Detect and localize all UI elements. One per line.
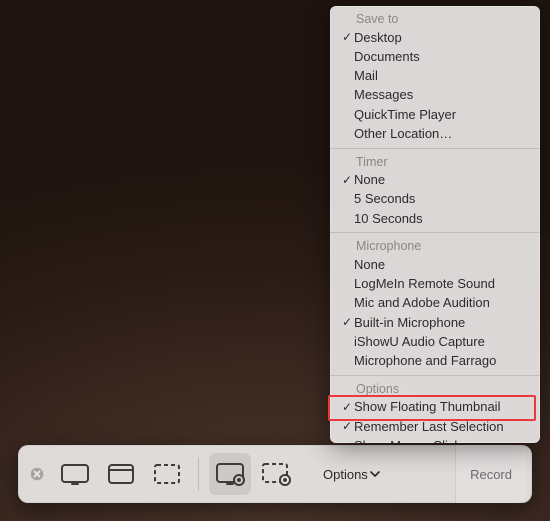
menu-item-label: Show Floating Thumbnail [354,399,526,415]
menu-separator [330,375,540,376]
menu-item[interactable]: Mail [330,67,540,86]
close-button[interactable] [28,465,46,483]
options-button[interactable]: Options [309,445,394,503]
check-icon: ✓ [340,400,354,415]
menu-item-label: Messages [354,87,526,103]
menu-item[interactable]: Mic and Adobe Audition [330,294,540,313]
menu-item[interactable]: iShowU Audio Capture [330,332,540,351]
record-button[interactable]: Record [455,445,526,503]
menu-item-label: Microphone and Farrago [354,353,526,369]
menu-item[interactable]: Other Location… [330,124,540,143]
menu-item[interactable]: Show Mouse Clicks [330,436,540,443]
capture-entire-screen-button[interactable] [54,453,96,495]
selection-icon [152,462,182,486]
menu-item[interactable]: Microphone and Farrago [330,352,540,371]
check-icon: ✓ [340,173,354,188]
capture-window-button[interactable] [100,453,142,495]
record-selection-button[interactable] [255,453,297,495]
menu-item[interactable]: ✓None [330,171,540,190]
menu-item-label: iShowU Audio Capture [354,334,526,350]
menu-item[interactable]: 10 Seconds [330,209,540,228]
menu-item-label: Mic and Adobe Audition [354,295,526,311]
menu-item-label: Built-in Microphone [354,315,526,331]
menu-item-label: Documents [354,49,526,65]
screen-icon [60,462,90,486]
toolbar-separator [198,457,199,491]
menu-item-label: Desktop [354,30,526,46]
menu-item-label: Other Location… [354,126,526,142]
window-icon [106,462,136,486]
menu-item-label: Mail [354,68,526,84]
menu-separator [330,148,540,149]
check-icon: ✓ [340,315,354,330]
screenshot-toolbar: Options Record [18,445,532,503]
check-icon: ✓ [340,419,354,434]
menu-item[interactable]: Documents [330,47,540,66]
check-icon: ✓ [340,30,354,45]
menu-item-label: Show Mouse Clicks [354,438,526,443]
close-icon [30,467,44,481]
menu-item-label: None [354,172,526,188]
record-selection-icon [261,462,291,486]
menu-item-label: 5 Seconds [354,191,526,207]
menu-item-label: Remember Last Selection [354,419,526,435]
menu-item[interactable]: Messages [330,86,540,105]
menu-item[interactable]: ✓Desktop [330,28,540,47]
menu-section-title: Microphone [330,237,540,255]
options-menu: Save to✓DesktopDocumentsMailMessagesQuic… [330,6,540,443]
menu-item-label: QuickTime Player [354,107,526,123]
menu-item-label: None [354,257,526,273]
chevron-down-icon [370,469,380,479]
capture-selection-button[interactable] [146,453,188,495]
menu-item[interactable]: 5 Seconds [330,190,540,209]
menu-item[interactable]: ✓Built-in Microphone [330,313,540,332]
menu-item[interactable]: QuickTime Player [330,105,540,124]
menu-item[interactable]: None [330,255,540,274]
menu-item[interactable]: LogMeIn Remote Sound [330,275,540,294]
options-label: Options [323,467,368,482]
record-screen-icon [215,462,245,486]
menu-separator [330,232,540,233]
menu-item[interactable]: ✓Show Floating Thumbnail [330,398,540,417]
menu-section-title: Options [330,380,540,398]
menu-item[interactable]: ✓Remember Last Selection [330,417,540,436]
menu-item-label: LogMeIn Remote Sound [354,276,526,292]
capture-mode-group [54,453,188,495]
record-entire-screen-button[interactable] [209,453,251,495]
record-label: Record [470,467,512,482]
record-mode-group [209,453,297,495]
menu-item-label: 10 Seconds [354,211,526,227]
menu-section-title: Save to [330,10,540,28]
menu-section-title: Timer [330,153,540,171]
